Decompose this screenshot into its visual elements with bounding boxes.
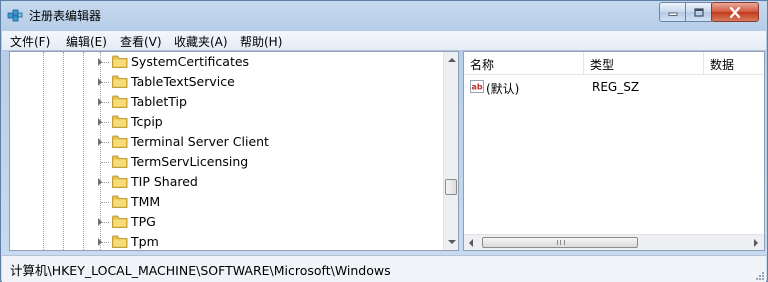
tree-item-label: SystemCertificates — [131, 54, 250, 69]
scroll-down-icon[interactable] — [448, 240, 456, 244]
menu-favorites[interactable]: 收藏夹(A) — [174, 33, 228, 50]
column-header-type[interactable]: 类型 — [584, 52, 704, 74]
folder-icon — [112, 55, 128, 68]
tree-branch-line — [101, 102, 109, 103]
folder-icon — [112, 95, 128, 108]
tree-item-label: Terminal Server Client — [131, 134, 269, 149]
tree-item[interactable]: TermServLicensing — [10, 152, 440, 172]
tree-vertical-scrollbar[interactable] — [443, 52, 458, 250]
tree-item-label: Tpm — [131, 234, 159, 249]
menu-help[interactable]: 帮助(H) — [240, 33, 282, 50]
minimize-button[interactable] — [659, 2, 686, 22]
tree-branch-line — [101, 182, 109, 183]
grip-icon — [557, 240, 565, 245]
tree-branch-line — [101, 202, 109, 203]
folder-icon — [112, 235, 128, 248]
expand-arrow-icon[interactable] — [98, 118, 102, 126]
regedit-icon — [7, 9, 23, 22]
values-horizontal-scrollbar[interactable] — [464, 234, 764, 250]
registry-tree[interactable]: SystemCertificates TableTextService Tablet… — [9, 51, 459, 251]
tree-item-label: TableTextService — [131, 74, 235, 89]
folder-icon — [112, 215, 128, 228]
menu-file[interactable]: 文件(F) — [10, 33, 50, 50]
value-name: (默认) — [486, 82, 520, 96]
minimize-icon — [668, 12, 677, 16]
column-header-row: 名称 类型 数据 — [464, 52, 764, 75]
tree-item[interactable]: Tpm — [10, 232, 440, 250]
expand-arrow-icon[interactable] — [98, 138, 102, 146]
expand-arrow-icon[interactable] — [98, 238, 102, 246]
close-button[interactable] — [711, 2, 759, 22]
tree-branch-line — [101, 162, 109, 163]
regedit-window: 注册表编辑器 文件(F) 编辑(E) 查看(V) 收藏夹(A) 帮助(H) Sy… — [0, 0, 768, 282]
scroll-thumb[interactable] — [445, 179, 457, 195]
horizontal-scroll-thumb[interactable] — [482, 237, 638, 248]
resize-grip-icon[interactable] — [754, 270, 764, 280]
tree-item[interactable]: TPG — [10, 212, 440, 232]
scroll-left-icon[interactable] — [469, 239, 473, 247]
expand-arrow-icon[interactable] — [98, 78, 102, 86]
tree-branch-line — [101, 122, 109, 123]
tree-branch-line — [101, 142, 109, 143]
tree-item[interactable]: Terminal Server Client — [10, 132, 440, 152]
tree-item[interactable]: SystemCertificates — [10, 52, 440, 72]
title-bar[interactable]: 注册表编辑器 — [1, 1, 767, 29]
scroll-up-icon[interactable] — [448, 58, 456, 62]
column-header-name[interactable]: 名称 — [464, 52, 584, 74]
status-path: 计算机\HKEY_LOCAL_MACHINE\SOFTWARE\Microsof… — [10, 263, 391, 278]
tree-item[interactable]: TabletTip — [10, 92, 440, 112]
folder-icon — [112, 195, 128, 208]
folder-icon — [112, 75, 128, 88]
tree-item-label: TIP Shared — [131, 174, 198, 189]
status-bar: 计算机\HKEY_LOCAL_MACHINE\SOFTWARE\Microsof… — [2, 255, 766, 282]
maximize-icon — [693, 7, 704, 17]
folder-icon — [112, 175, 128, 188]
folder-icon — [112, 115, 128, 128]
close-icon — [729, 6, 741, 18]
expand-arrow-icon[interactable] — [98, 178, 102, 186]
tree-item[interactable]: TMM — [10, 192, 440, 212]
menu-bar: 文件(F) 编辑(E) 查看(V) 收藏夹(A) 帮助(H) — [2, 31, 766, 51]
maximize-button[interactable] — [685, 2, 712, 22]
scroll-right-icon[interactable] — [754, 239, 758, 247]
tree-item[interactable]: TableTextService — [10, 72, 440, 92]
tree-item-label: TPG — [131, 214, 156, 229]
tree-item[interactable]: TIP Shared — [10, 172, 440, 192]
tree-item-label: TMM — [131, 194, 161, 209]
tree-item-label: Tcpip — [131, 114, 163, 129]
folder-icon — [112, 155, 128, 168]
folder-icon — [112, 135, 128, 148]
value-row[interactable]: ab (默认) REG_SZ — [464, 78, 764, 96]
window-title: 注册表编辑器 — [29, 9, 102, 23]
tree-branch-line — [101, 242, 109, 243]
expand-arrow-icon[interactable] — [98, 58, 102, 66]
tree-item[interactable]: Tcpip — [10, 112, 440, 132]
values-list[interactable]: 名称 类型 数据 ab (默认) REG_SZ — [463, 51, 765, 251]
string-value-icon: ab — [470, 80, 484, 93]
tree-branch-line — [101, 62, 109, 63]
column-header-data[interactable]: 数据 — [704, 52, 764, 74]
menu-edit[interactable]: 编辑(E) — [66, 33, 107, 50]
tree-branch-line — [101, 82, 109, 83]
expand-arrow-icon[interactable] — [98, 218, 102, 226]
tree-item-label: TabletTip — [131, 94, 187, 109]
tree-item-label: TermServLicensing — [131, 154, 249, 169]
value-type: REG_SZ — [592, 80, 640, 94]
expand-arrow-icon[interactable] — [98, 98, 102, 106]
tree-branch-line — [101, 222, 109, 223]
svg-text:ab: ab — [472, 83, 483, 92]
menu-view[interactable]: 查看(V) — [120, 33, 162, 50]
